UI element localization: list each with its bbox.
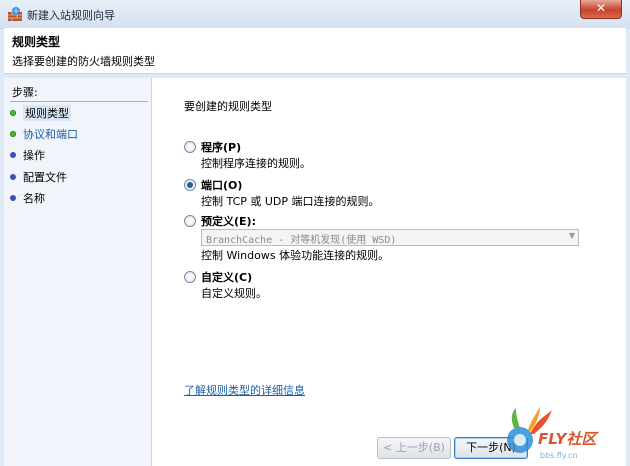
rule-type-question: 要创建的规则类型: [184, 100, 272, 113]
steps-heading: 步骤:: [12, 86, 38, 99]
firewall-app-icon: [8, 7, 22, 21]
port-radio[interactable]: [184, 179, 196, 191]
program-radio[interactable]: [184, 141, 196, 153]
option-description: 自定义规则。: [201, 287, 267, 300]
close-button[interactable]: ✕: [580, 0, 622, 19]
step-status-icon: [10, 110, 16, 116]
page-subtitle: 选择要创建的防火墙规则类型: [12, 55, 155, 68]
step-label: 规则类型: [23, 105, 71, 121]
step-rule-type[interactable]: 规则类型: [10, 103, 71, 123]
predefined-select[interactable]: BranchCache - 对等机发现(使用 WSD) ▼: [201, 229, 579, 246]
watermark-url: bbs.fly.cn: [540, 451, 578, 460]
option-description: 控制程序连接的规则。: [201, 157, 311, 170]
wizard-header: 规则类型 选择要创建的防火墙规则类型: [4, 28, 626, 74]
step-status-icon: [10, 195, 16, 201]
step-status-icon: [10, 152, 16, 158]
learn-more-link[interactable]: 了解规则类型的详细信息: [184, 382, 305, 398]
option-label[interactable]: 预定义(E):: [201, 213, 256, 229]
window-title: 新建入站规则向导: [27, 9, 115, 22]
step-label: 配置文件: [23, 171, 67, 184]
option-label[interactable]: 程序(P): [201, 139, 241, 155]
fly-watermark-logo: FLY社区 bbs.fly.cn: [507, 406, 599, 460]
step-action: 操作: [10, 145, 45, 165]
option-description: 控制 Windows 体验功能连接的规则。: [201, 249, 390, 262]
steps-divider: [10, 101, 148, 102]
option-label[interactable]: 自定义(C): [201, 269, 252, 285]
option-description: 控制 TCP 或 UDP 端口连接的规则。: [201, 195, 380, 208]
step-label: 操作: [23, 149, 45, 162]
wizard-window: 新建入站规则向导 ✕ 规则类型 选择要创建的防火墙规则类型 步骤: 规则类型 协…: [0, 0, 630, 466]
page-title: 规则类型: [12, 35, 61, 49]
step-status-icon: [10, 131, 16, 137]
title-bar: 新建入站规则向导 ✕: [0, 0, 630, 29]
watermark-text: FLY社区: [538, 430, 599, 448]
back-button[interactable]: < 上一步(B): [377, 437, 451, 459]
step-status-icon: [10, 174, 16, 180]
custom-radio[interactable]: [184, 271, 196, 283]
step-protocol-ports[interactable]: 协议和端口: [10, 124, 78, 144]
step-profile: 配置文件: [10, 167, 67, 187]
predefined-select-value: BranchCache - 对等机发现(使用 WSD): [206, 235, 397, 246]
predefined-radio[interactable]: [184, 215, 196, 227]
step-label: 协议和端口: [23, 128, 78, 141]
option-label[interactable]: 端口(O): [201, 177, 242, 193]
step-label: 名称: [23, 192, 45, 205]
steps-panel: 步骤: 规则类型 协议和端口 操作 配置文件 名称: [4, 78, 152, 466]
step-name: 名称: [10, 188, 45, 208]
chevron-down-icon[interactable]: ▼: [569, 231, 575, 240]
